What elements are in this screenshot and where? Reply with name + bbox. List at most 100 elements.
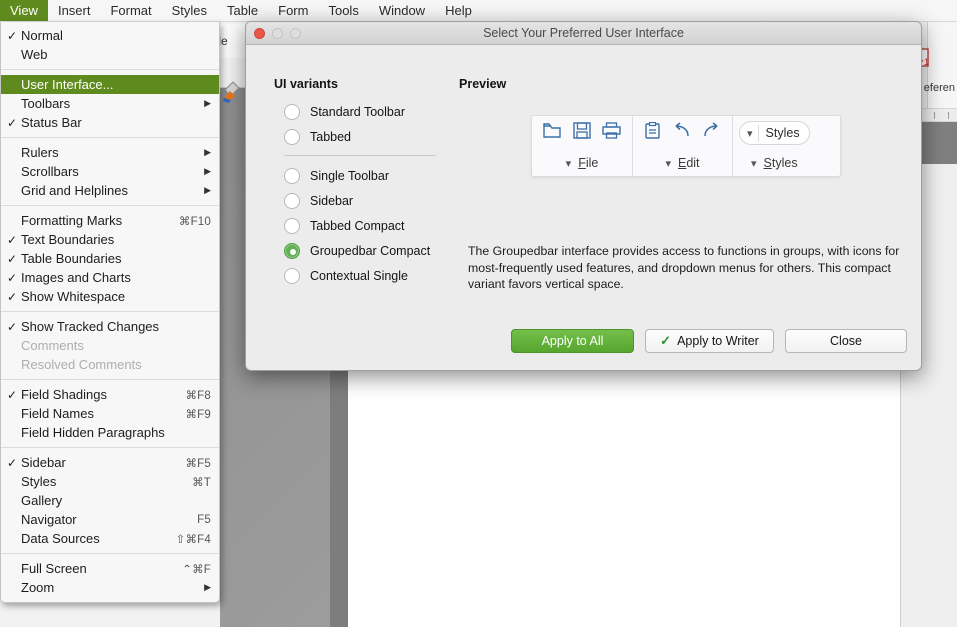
preview-heading: Preview [459,77,507,91]
menu-item-label: Styles [21,474,57,489]
menu-item-formatting-marks[interactable]: Formatting Marks ⌘F10 [1,211,219,230]
submenu-arrow-icon: ▶ [204,98,211,108]
groupedbar-preview: ▾ File ▾ Edit ▾ Styles ▾ Styles [531,115,841,177]
menu-item-styles[interactable]: Styles ⌘T [1,472,219,491]
styles-split-button[interactable]: ▾ Styles [739,121,810,146]
radio-label: Sidebar [310,193,354,208]
apply-to-writer-label: Apply to Writer [677,334,759,348]
radio-standard-toolbar[interactable]: Standard Toolbar [284,99,454,124]
preview-edit-dropdown[interactable]: ▾ Edit [633,151,732,176]
menubar-item-window[interactable]: Window [369,0,435,21]
undo-icon[interactable] [672,122,691,144]
clone-formatting-icon[interactable] [218,78,244,104]
radio-indicator [284,217,300,234]
preview-edit-label: Edit [677,156,700,171]
apply-to-all-button[interactable]: Apply to All [511,329,634,353]
radio-label: Tabbed [310,129,352,144]
menu-item-label: Zoom [21,580,55,595]
menu-item-label: Field Hidden Paragraphs [21,425,165,440]
radio-indicator [284,103,300,120]
close-button[interactable]: Close [785,329,907,353]
radio-sidebar[interactable]: Sidebar [284,188,454,213]
menu-item-data-sources[interactable]: Data Sources ⇧⌘F4 [1,529,219,548]
radio-contextual-single[interactable]: Contextual Single [284,263,454,288]
menu-separator [1,205,219,206]
menubar-item-insert[interactable]: Insert [48,0,101,21]
radio-single-toolbar[interactable]: Single Toolbar [284,163,454,188]
menubar-item-tools[interactable]: Tools [318,0,368,21]
menubar-item-view[interactable]: View [0,0,48,21]
menu-item-label: Status Bar [21,115,82,130]
menubar-item-form[interactable]: Form [268,0,318,21]
radio-indicator [284,192,300,209]
radio-tabbed[interactable]: Tabbed [284,124,454,149]
menu-item-label: Sidebar [21,455,66,470]
variants-separator [284,155,436,156]
chevron-down-icon: ▾ [747,127,753,140]
redo-icon[interactable] [702,122,721,144]
menu-item-show-tracked-changes[interactable]: ✓ Show Tracked Changes [1,317,219,336]
radio-label: Groupedbar Compact [310,243,431,258]
menu-item-rulers[interactable]: Rulers ▶ [1,143,219,162]
preview-styles-dropdown[interactable]: ▾ Styles [733,151,816,176]
menu-item-status-bar[interactable]: ✓ Status Bar [1,113,219,132]
preview-file-dropdown[interactable]: ▾ File [532,151,632,176]
menubar-item-styles[interactable]: Styles [162,0,217,21]
menu-item-gallery[interactable]: Gallery [1,491,219,510]
menu-item-scrollbars[interactable]: Scrollbars ▶ [1,162,219,181]
radio-indicator [284,267,300,284]
menu-item-navigator[interactable]: Navigator F5 [1,510,219,529]
menubar-item-help[interactable]: Help [435,0,482,21]
menu-item-shortcut: ⌘F10 [178,215,211,228]
check-icon: ✓ [7,115,18,130]
menu-item-label: Data Sources [21,531,100,546]
menu-item-normal[interactable]: ✓ Normal [1,26,219,45]
menu-item-text-boundaries[interactable]: ✓ Text Boundaries [1,230,219,249]
new-document-icon[interactable] [543,122,562,144]
radio-groupedbar-compact[interactable]: Groupedbar Compact [284,238,454,263]
menu-item-comments: Comments [1,336,219,355]
menu-item-images-and-charts[interactable]: ✓ Images and Charts [1,268,219,287]
menu-item-user-interface[interactable]: User Interface... [1,75,219,94]
menu-item-label: Rulers [21,145,59,160]
styles-button-label: Styles [765,126,800,141]
preview-file-label: File [578,156,599,171]
variant-description: The Groupedbar interface provides access… [468,244,900,291]
menu-separator [1,69,219,70]
menu-item-resolved-comments: Resolved Comments [1,355,219,374]
menu-item-shortcut: F5 [197,513,211,526]
radio-label: Contextual Single [310,268,408,283]
menu-item-label: Table Boundaries [21,251,122,266]
menu-item-field-hidden-paragraphs[interactable]: Field Hidden Paragraphs [1,423,219,442]
menu-item-field-names[interactable]: Field Names ⌘F9 [1,404,219,423]
menu-item-full-screen[interactable]: Full Screen ⌃⌘F [1,559,219,578]
print-icon[interactable] [602,122,621,144]
menu-item-field-shadings[interactable]: ✓ Field Shadings ⌘F8 [1,385,219,404]
menubar-item-format[interactable]: Format [100,0,161,21]
menu-item-label: Full Screen [21,561,87,576]
radio-indicator [284,128,300,145]
menu-item-label: Images and Charts [21,270,131,285]
radio-tabbed-compact[interactable]: Tabbed Compact [284,213,454,238]
menu-item-label: Gallery [21,493,63,508]
menu-item-web[interactable]: Web [1,45,219,64]
radio-indicator [284,167,300,184]
menu-item-toolbars[interactable]: Toolbars ▶ [1,94,219,113]
paste-icon[interactable] [644,122,661,144]
save-icon[interactable] [573,122,591,144]
dialog-button-row: Apply to All ✓ Apply to Writer Close [511,329,907,353]
sidebar-references-label: eferen [923,82,955,94]
menu-item-grid-and-helplines[interactable]: Grid and Helplines ▶ [1,181,219,200]
menu-item-zoom[interactable]: Zoom ▶ [1,578,219,597]
menubar: View Insert Format Styles Table Form Too… [0,0,957,22]
menubar-item-table[interactable]: Table [217,0,268,21]
menu-item-label: Text Boundaries [21,232,115,247]
preview-group-styles: ▾ Styles ▾ Styles [732,116,816,176]
ui-variants-radio-group: Standard Toolbar Tabbed Single Toolbar Side… [284,99,454,288]
menu-item-show-whitespace[interactable]: ✓ Show Whitespace [1,287,219,306]
menu-item-sidebar[interactable]: ✓ Sidebar ⌘F5 [1,453,219,472]
apply-to-writer-button[interactable]: ✓ Apply to Writer [645,329,774,353]
menu-item-table-boundaries[interactable]: ✓ Table Boundaries [1,249,219,268]
menu-item-shortcut: ⇧⌘F4 [175,533,211,546]
menu-item-shortcut: ⌃⌘F [182,563,211,576]
